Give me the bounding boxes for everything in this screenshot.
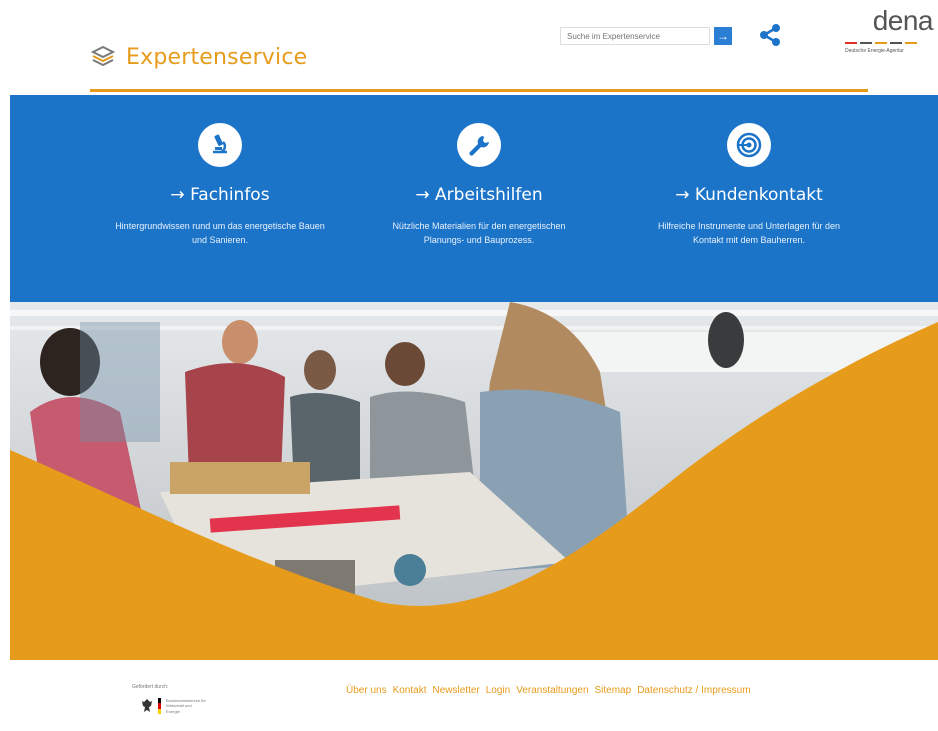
dena-logo-stripes <box>845 42 917 44</box>
arrow-right-icon: → <box>717 29 729 43</box>
feature-fachinfos[interactable]: → Fachinfos Hintergrundwissen rund um da… <box>90 95 350 248</box>
hero-image <box>10 302 938 660</box>
footer-link-ueber-uns[interactable]: Über uns <box>346 685 387 696</box>
footer-link-datenschutz-impressum[interactable]: Datenschutz / Impressum <box>637 685 750 696</box>
footer-nav: Über uns Kontakt Newsletter Login Verans… <box>346 685 751 696</box>
brand-logo[interactable]: Expertenservice <box>90 44 307 70</box>
feature-band: → Fachinfos Hintergrundwissen rund um da… <box>10 95 938 302</box>
feature-description: Nützliche Materialien für den energetisc… <box>392 221 566 246</box>
ministry-logo[interactable]: Bundesministerium für Wirtschaft und Ene… <box>141 698 206 714</box>
search-bar: → <box>560 27 732 45</box>
target-icon <box>727 123 771 167</box>
feature-arbeitshilfen[interactable]: → Arbeitshilfen Nützliche Materialien fü… <box>349 95 609 248</box>
footer-link-login[interactable]: Login <box>486 685 510 696</box>
footer-link-kontakt[interactable]: Kontakt <box>393 685 427 696</box>
header-divider <box>90 89 868 92</box>
feature-title[interactable]: → Kundenkontakt <box>619 185 879 205</box>
feature-description: Hintergrundwissen rund um das energetisc… <box>115 221 325 246</box>
footer: Gefördert durch: Bundesministerium für W… <box>0 660 938 731</box>
microscope-icon <box>198 123 242 167</box>
funding-label: Gefördert durch: <box>132 684 169 690</box>
dena-logo-subtitle: Deutsche Energie-Agentur <box>845 48 904 54</box>
hero-photo <box>10 302 938 660</box>
ministry-text: Bundesministerium für Wirtschaft und Ene… <box>166 698 206 714</box>
feature-description: Hilfreiche Instrumente und Unterlagen fü… <box>657 221 841 246</box>
dena-logo-text: dena <box>872 5 934 36</box>
federal-eagle-icon <box>142 699 152 712</box>
header: Expertenservice → dena Deutsche Energie-… <box>0 0 938 95</box>
layers-icon <box>90 45 116 67</box>
brand-title: Expertenservice <box>126 44 308 70</box>
share-icon[interactable] <box>757 22 783 48</box>
feature-title[interactable]: → Fachinfos <box>90 185 350 205</box>
feature-kundenkontakt[interactable]: → Kundenkontakt Hilfreiche Instrumente u… <box>619 95 879 248</box>
search-submit-button[interactable]: → <box>714 27 732 45</box>
german-flag-icon <box>158 698 161 714</box>
dena-logo[interactable]: dena Deutsche Energie-Agentur <box>845 5 935 65</box>
footer-link-sitemap[interactable]: Sitemap <box>595 685 632 696</box>
footer-link-veranstaltungen[interactable]: Veranstaltungen <box>516 685 588 696</box>
wrench-icon <box>457 123 501 167</box>
footer-link-newsletter[interactable]: Newsletter <box>433 685 480 696</box>
search-input[interactable] <box>560 27 710 45</box>
feature-title[interactable]: → Arbeitshilfen <box>349 185 609 205</box>
